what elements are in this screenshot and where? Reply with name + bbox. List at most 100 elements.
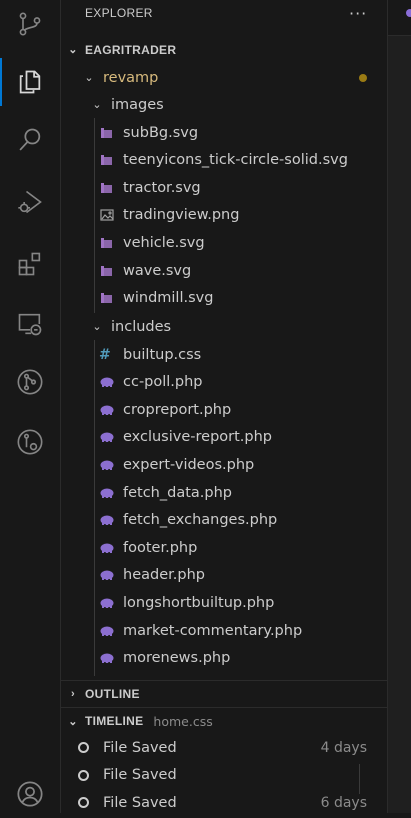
- folder-label: includes: [111, 318, 172, 335]
- php-file-icon: [99, 623, 115, 639]
- timeline-entry-label: File Saved: [103, 767, 177, 783]
- file-item[interactable]: tractor.svg: [61, 174, 387, 201]
- php-file-icon: [99, 650, 115, 666]
- file-label: fetch_exchanges.php: [123, 512, 278, 529]
- chevron-down-icon: ⌄: [92, 320, 102, 333]
- indent-guide: [94, 340, 95, 676]
- search-activity[interactable]: [0, 116, 60, 164]
- php-file-icon: [99, 402, 115, 418]
- file-item[interactable]: exclusive-report.php: [61, 424, 387, 451]
- file-item[interactable]: footer.php: [61, 534, 387, 561]
- remote-explorer-activity[interactable]: [0, 300, 60, 348]
- editor-tab-bar: [388, 0, 411, 36]
- css-file-icon: #: [99, 346, 111, 363]
- file-item[interactable]: expert-videos.php: [61, 451, 387, 478]
- file-label: cropreport.php: [123, 401, 232, 418]
- timeline-entry[interactable]: File Saved 6 days: [61, 789, 387, 816]
- timeline-entry[interactable]: File Saved: [61, 762, 387, 789]
- timeline-label: TIMELINE: [85, 714, 144, 728]
- file-label: wave.svg: [123, 262, 192, 279]
- file-item[interactable]: vehicle.svg: [61, 229, 387, 256]
- project-name: EAGRITRADER: [85, 42, 177, 57]
- circle-outline-icon: [78, 742, 89, 753]
- php-file-icon: [99, 512, 115, 528]
- file-item[interactable]: fetch_exchanges.php: [61, 507, 387, 534]
- outline-label: OUTLINE: [85, 687, 140, 701]
- file-item[interactable]: header.php: [61, 562, 387, 589]
- chevron-down-icon: ⌄: [92, 98, 102, 111]
- file-item[interactable]: windmill.svg: [61, 285, 387, 312]
- file-label: footer.php: [123, 539, 198, 556]
- php-file-icon: [99, 457, 115, 473]
- run-debug-icon: [18, 190, 42, 214]
- file-label: market-commentary.php: [123, 622, 303, 639]
- explorer-activity[interactable]: [0, 58, 60, 106]
- activity-bar: [0, 0, 61, 813]
- timeline-entry[interactable]: File Saved 4 days: [61, 734, 387, 761]
- folder-images[interactable]: ⌄ images: [61, 91, 387, 118]
- file-label: header.php: [123, 567, 205, 584]
- file-item[interactable]: cc-poll.php: [61, 369, 387, 396]
- file-label: fetch_data.php: [123, 484, 232, 501]
- file-item[interactable]: wave.svg: [61, 257, 387, 284]
- file-item[interactable]: # builtup.css: [61, 341, 387, 368]
- file-label: windmill.svg: [123, 290, 214, 307]
- circle-outline-icon: [78, 797, 89, 808]
- indent-guide: [94, 118, 95, 313]
- image-file-icon: [99, 207, 115, 223]
- folder-revamp[interactable]: ⌄ revamp: [61, 64, 387, 91]
- search-icon: [19, 128, 41, 151]
- timeline-file: home.css: [153, 713, 213, 729]
- php-file-icon: [99, 567, 115, 583]
- timeline-entry-time: 6 days: [320, 794, 367, 811]
- run-debug-activity[interactable]: [0, 178, 60, 226]
- timeline-section-header[interactable]: ⌄ TIMELINE home.css: [61, 707, 387, 734]
- svg-file-icon: [99, 235, 115, 251]
- file-label: vehicle.svg: [123, 234, 205, 251]
- file-label: tractor.svg: [123, 179, 201, 196]
- php-file-icon: [99, 429, 115, 445]
- svg-file-icon: [99, 125, 115, 141]
- scrollbar-thumb[interactable]: [359, 764, 360, 794]
- explorer-sidebar: EXPLORER ··· ⌄ EAGRITRADER ⌄ revamp ⌄ im…: [61, 0, 387, 813]
- file-item[interactable]: subBg.svg: [61, 119, 387, 146]
- extensions-icon: [18, 252, 41, 276]
- project-header[interactable]: ⌄ EAGRITRADER: [61, 36, 387, 63]
- timeline-entry-label: File Saved: [103, 739, 177, 756]
- file-label: teenyicons_tick-circle-solid.svg: [123, 152, 348, 169]
- circle-outline-icon: [78, 769, 89, 781]
- chevron-down-icon: ⌄: [68, 715, 78, 728]
- remote-explorer-icon: [18, 313, 42, 336]
- chevron-down-icon: ⌄: [84, 71, 94, 84]
- tab-file-icon: [406, 9, 411, 17]
- file-label: cc-poll.php: [123, 374, 203, 391]
- folder-includes[interactable]: ⌄ includes: [61, 313, 387, 340]
- file-item[interactable]: market-commentary.php: [61, 617, 387, 644]
- modified-dot-icon: [359, 74, 367, 82]
- extensions-activity[interactable]: [0, 240, 60, 288]
- timeline-entry-time: 4 days: [320, 739, 367, 756]
- php-file-icon: [99, 485, 115, 501]
- explorer-title: EXPLORER: [85, 6, 153, 20]
- source-control-activity[interactable]: [0, 0, 60, 48]
- file-item[interactable]: morenews.php: [61, 645, 387, 672]
- file-item[interactable]: teenyicons_tick-circle-solid.svg: [61, 147, 387, 174]
- file-item[interactable]: fetch_data.php: [61, 479, 387, 506]
- file-item[interactable]: tradingview.png: [61, 202, 387, 229]
- editor-area: [387, 0, 411, 813]
- outline-section-header[interactable]: › OUTLINE: [61, 680, 387, 707]
- php-file-icon: [99, 374, 115, 390]
- pull-requests-activity[interactable]: [0, 418, 60, 466]
- file-item[interactable]: cropreport.php: [61, 396, 387, 423]
- file-label: longshortbuiltup.php: [123, 594, 275, 611]
- file-label: tradingview.png: [123, 207, 240, 224]
- git-graph-activity[interactable]: [0, 358, 60, 406]
- accounts-activity[interactable]: [0, 770, 60, 818]
- file-label: exclusive-report.php: [123, 429, 272, 446]
- svg-file-icon: [99, 263, 115, 279]
- folder-label: revamp: [103, 69, 159, 86]
- git-graph-icon: [17, 369, 43, 395]
- more-actions-button[interactable]: ···: [349, 4, 367, 23]
- file-label: expert-videos.php: [123, 456, 255, 473]
- file-item[interactable]: longshortbuiltup.php: [61, 589, 387, 616]
